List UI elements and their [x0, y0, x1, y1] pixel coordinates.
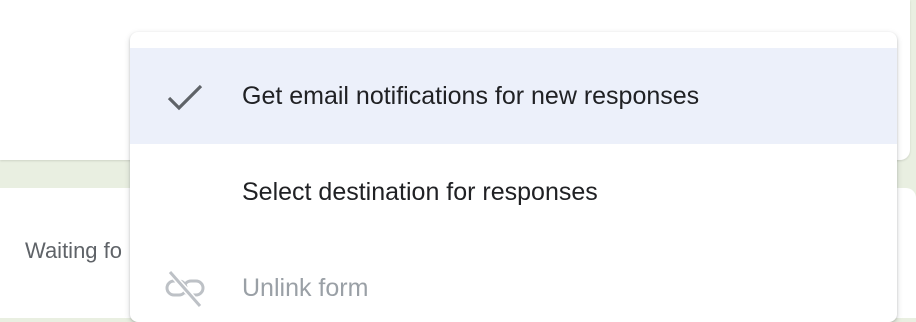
menu-item-email-notifications[interactable]: Get email notifications for new response… [130, 48, 897, 144]
responses-options-menu: Get email notifications for new response… [130, 32, 897, 322]
menu-item-select-destination[interactable]: Select destination for responses [130, 144, 897, 240]
menu-item-label: Select destination for responses [242, 178, 598, 206]
menu-item-label: Get email notifications for new response… [242, 82, 700, 110]
menu-item-label: Unlink form [242, 274, 369, 302]
check-icon [164, 76, 206, 118]
link-off-icon [164, 268, 206, 310]
menu-item-unlink-form[interactable]: Unlink form [130, 240, 897, 322]
response-status-text: Waiting fo [25, 238, 123, 263]
